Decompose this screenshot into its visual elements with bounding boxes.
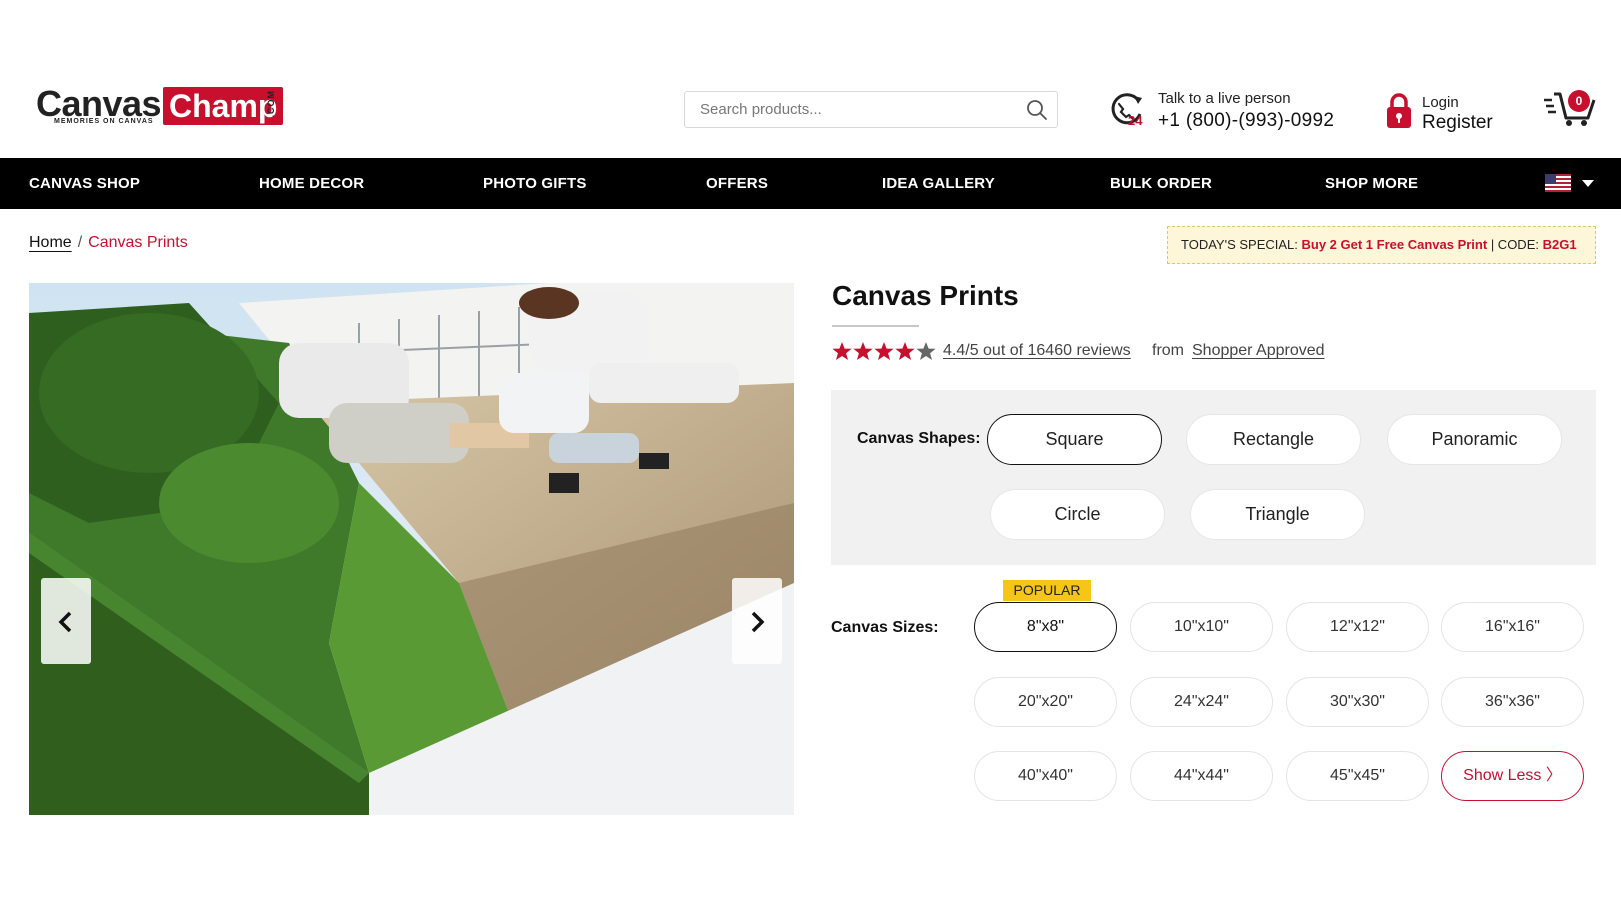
size-20x20-option[interactable]: 20"x20" xyxy=(974,677,1117,727)
account-links: Login Register xyxy=(1384,92,1514,136)
cart-button[interactable]: 0 xyxy=(1544,88,1598,128)
canvas-corner-photo xyxy=(29,283,794,815)
main-nav: CANVAS SHOP HOME DECOR PHOTO GIFTS OFFER… xyxy=(0,158,1621,209)
site-logo[interactable]: Canvas Champ .COM MEMORIES ON CANVAS xyxy=(36,84,286,128)
breadcrumb-current: Canvas Prints xyxy=(88,234,188,251)
search-input[interactable] xyxy=(685,92,1015,127)
size-8x8-option[interactable]: 8"x8" xyxy=(974,602,1117,652)
support-24-icon: 24 xyxy=(1111,93,1143,128)
special-code-label: | CODE: xyxy=(1490,237,1539,252)
size-45x45-option[interactable]: 45"x45" xyxy=(1286,751,1429,801)
nav-photo-gifts[interactable]: PHOTO GIFTS xyxy=(483,158,587,209)
nav-canvas-shop[interactable]: CANVAS SHOP xyxy=(29,158,140,209)
shape-square-option[interactable]: Square xyxy=(987,414,1162,465)
reviews-link[interactable]: 4.4/5 out of 16460 reviews xyxy=(943,342,1131,360)
chevron-left-icon xyxy=(58,611,72,633)
rating-from-text: from xyxy=(1152,342,1184,359)
us-flag-icon[interactable] xyxy=(1545,174,1571,192)
register-link[interactable]: Register xyxy=(1422,112,1493,134)
login-link[interactable]: Login xyxy=(1422,94,1459,111)
size-10x10-option[interactable]: 10"x10" xyxy=(1130,602,1273,652)
canvas-sizes-label: Canvas Sizes: xyxy=(831,619,939,636)
popular-badge: POPULAR xyxy=(1003,580,1091,601)
size-24x24-option[interactable]: 24"x24" xyxy=(1130,677,1273,727)
canvas-shapes-label: Canvas Shapes: xyxy=(857,430,981,447)
logo-tagline: MEMORIES ON CANVAS xyxy=(54,118,154,125)
nav-shop-more[interactable]: SHOP MORE xyxy=(1325,158,1418,209)
size-30x30-option[interactable]: 30"x30" xyxy=(1286,677,1429,727)
phone-label: Talk to a live person xyxy=(1158,90,1291,107)
gallery-prev-button[interactable] xyxy=(41,578,91,664)
search-box xyxy=(684,91,1058,128)
breadcrumb: Home / Canvas Prints xyxy=(29,234,188,252)
chevron-right-icon xyxy=(751,611,765,633)
breadcrumb-separator: / xyxy=(77,234,83,251)
product-title: Canvas Prints xyxy=(832,280,1019,311)
special-offer-text: Buy 2 Get 1 Free Canvas Print xyxy=(1301,237,1488,252)
size-44x44-option[interactable]: 44"x44" xyxy=(1130,751,1273,801)
shopper-approved-link[interactable]: Shopper Approved xyxy=(1192,342,1325,360)
todays-special-banner: TODAY'S SPECIAL: Buy 2 Get 1 Free Canvas… xyxy=(1167,226,1596,264)
show-less-button[interactable]: Show Less 〉 xyxy=(1441,751,1584,801)
phone-contact[interactable]: 24 Talk to a live person +1 (800)-(993)-… xyxy=(1108,88,1348,132)
lock-icon xyxy=(1387,93,1411,128)
shape-triangle-option[interactable]: Triangle xyxy=(1190,489,1365,540)
size-16x16-option[interactable]: 16"x16" xyxy=(1441,602,1584,652)
special-prefix: TODAY'S SPECIAL: xyxy=(1181,237,1298,252)
nav-bulk-order[interactable]: BULK ORDER xyxy=(1110,158,1212,209)
size-36x36-option[interactable]: 36"x36" xyxy=(1441,677,1584,727)
search-icon[interactable] xyxy=(1025,98,1049,122)
cart-count-badge: 0 xyxy=(1568,90,1590,112)
breadcrumb-home[interactable]: Home xyxy=(29,234,72,251)
size-40x40-option[interactable]: 40"x40" xyxy=(974,751,1117,801)
shape-panoramic-option[interactable]: Panoramic xyxy=(1387,414,1562,465)
gallery-next-button[interactable] xyxy=(732,578,782,664)
size-12x12-option[interactable]: 12"x12" xyxy=(1286,602,1429,652)
title-divider xyxy=(832,325,919,327)
logo-suffix: .COM xyxy=(266,90,276,118)
nav-idea-gallery[interactable]: IDEA GALLERY xyxy=(882,158,995,209)
special-code: B2G1 xyxy=(1542,237,1577,252)
support-24-badge: 24 xyxy=(1128,113,1143,128)
nav-offers[interactable]: OFFERS xyxy=(706,158,768,209)
shape-rectangle-option[interactable]: Rectangle xyxy=(1186,414,1361,465)
chevron-down-icon[interactable] xyxy=(1582,180,1594,187)
phone-number[interactable]: +1 (800)-(993)-0992 xyxy=(1158,110,1334,132)
shape-circle-option[interactable]: Circle xyxy=(990,489,1165,540)
product-image xyxy=(29,283,794,815)
nav-home-decor[interactable]: HOME DECOR xyxy=(259,158,364,209)
site-header: Canvas Champ .COM MEMORIES ON CANVAS 24 … xyxy=(0,0,1621,158)
rating-stars-icon xyxy=(832,342,936,360)
